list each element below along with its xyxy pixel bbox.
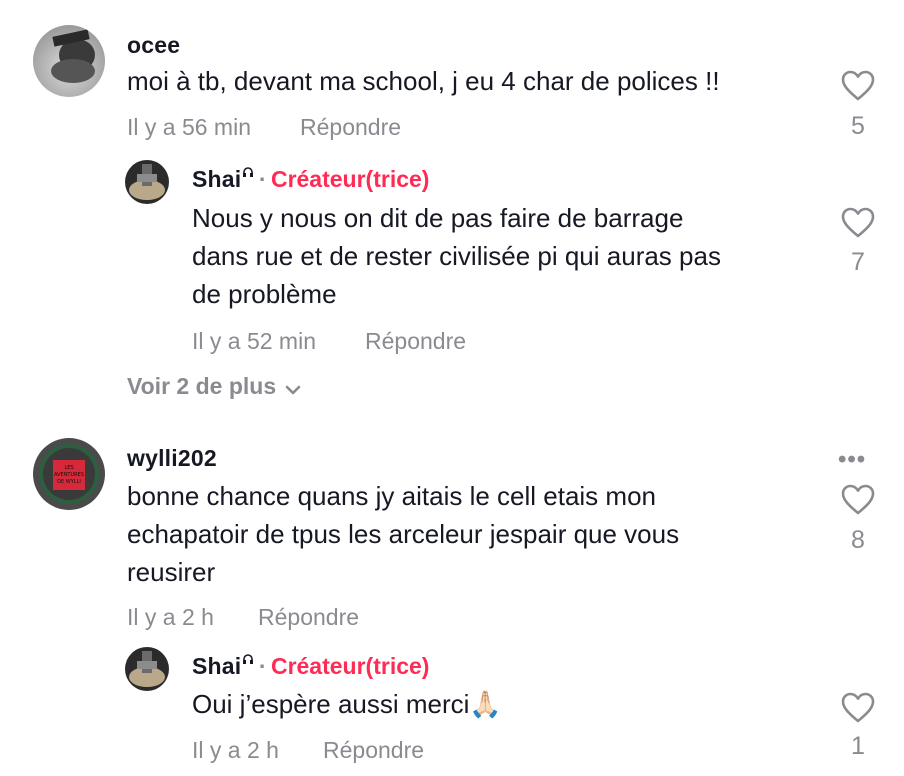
- headphones-icon: [243, 167, 254, 177]
- comment-text: bonne chance quans jy aitais le cell eta…: [127, 477, 679, 591]
- reply-text: Oui j’espère aussi merci🙏🏻: [192, 689, 502, 719]
- like-count: 7: [851, 248, 865, 276]
- like-count: 5: [851, 112, 865, 140]
- view-more-replies[interactable]: Voir 2 de plus: [127, 373, 302, 400]
- like-button[interactable]: [841, 207, 875, 244]
- reply-timestamp: Il y a 2 h: [192, 737, 279, 763]
- reply-header: Shai · Créateur(trice): [192, 166, 429, 193]
- view-more-label: Voir 2 de plus: [127, 373, 277, 399]
- reply-timestamp: Il y a 52 min: [192, 328, 316, 354]
- reply-button[interactable]: Répondre: [300, 114, 401, 141]
- like-count: 8: [851, 526, 865, 554]
- creator-badge: Créateur(trice): [270, 166, 430, 192]
- comment-timestamp: Il y a 2 h: [127, 604, 214, 630]
- avatar[interactable]: [33, 25, 105, 97]
- heart-icon: [841, 692, 875, 723]
- headphones-icon: [243, 654, 254, 664]
- avatar-text-line: DE WYLLI: [57, 479, 81, 485]
- reply-text-line: de problème: [192, 279, 337, 309]
- reply-button[interactable]: Répondre: [365, 328, 466, 355]
- comment-text-line: reusirer: [127, 557, 216, 587]
- reply-username[interactable]: Shai: [192, 653, 241, 679]
- like-button[interactable]: [841, 692, 875, 729]
- heart-icon: [841, 70, 875, 101]
- comment-text-line: bonne chance quans jy aitais le cell eta…: [127, 481, 656, 511]
- reply-header: Shai · Créateur(trice): [192, 653, 429, 680]
- heart-icon: [841, 484, 875, 515]
- avatar-text-line: AVENTURES: [54, 472, 84, 478]
- more-options-icon[interactable]: •••: [838, 446, 866, 474]
- chevron-down-icon: [285, 385, 301, 395]
- creator-avatar: [125, 647, 169, 691]
- separator-dot: ·: [258, 166, 267, 192]
- gray-photo-avatar: [33, 25, 105, 97]
- avatar[interactable]: [125, 160, 169, 204]
- red-book-avatar: LES AVENTURES DE WYLLI: [33, 438, 105, 510]
- avatar[interactable]: LES AVENTURES DE WYLLI: [33, 438, 105, 510]
- like-count: 1: [851, 732, 865, 760]
- reply-button[interactable]: Répondre: [323, 737, 424, 764]
- like-button[interactable]: [841, 484, 875, 521]
- reply-button[interactable]: Répondre: [258, 604, 359, 631]
- comment-username[interactable]: ocee: [127, 32, 180, 59]
- avatar[interactable]: [125, 647, 169, 691]
- heart-icon: [841, 207, 875, 238]
- reply-username[interactable]: Shai: [192, 166, 241, 192]
- creator-badge: Créateur(trice): [270, 653, 430, 679]
- comment-text-line: echapatoir de tpus les arceleur jespair …: [127, 519, 680, 549]
- reply-text-line: Nous y nous on dit de pas faire de barra…: [192, 203, 684, 233]
- separator-dot: ·: [258, 653, 267, 679]
- creator-avatar: [125, 160, 169, 204]
- comment-timestamp: Il y a 56 min: [127, 114, 251, 140]
- reply-text: Nous y nous on dit de pas faire de barra…: [192, 199, 721, 313]
- comment-username[interactable]: wylli202: [127, 445, 217, 472]
- like-button[interactable]: [841, 70, 875, 107]
- avatar-text-line: LES: [64, 465, 73, 471]
- comment-text: moi à tb, devant ma school, j eu 4 char …: [127, 66, 720, 96]
- reply-text-line: dans rue et de rester civilisée pi qui a…: [192, 241, 721, 271]
